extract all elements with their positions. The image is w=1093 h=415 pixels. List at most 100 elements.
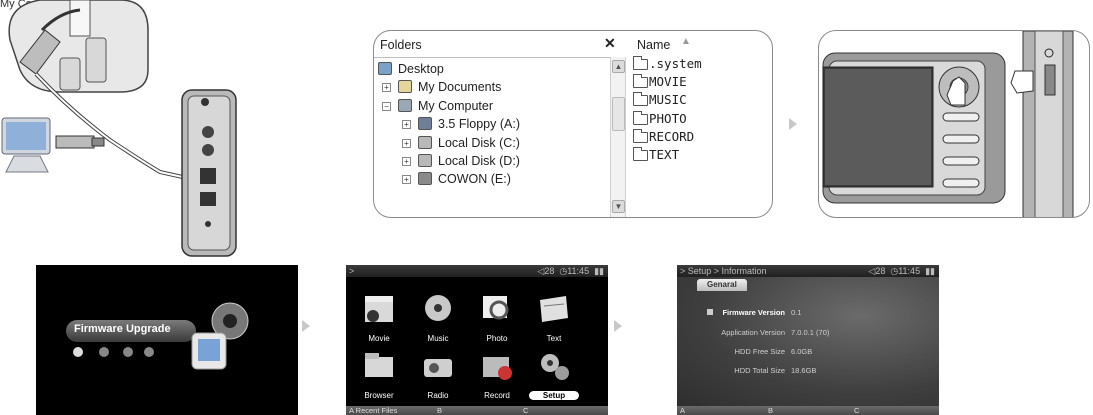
status-bar: > Setup > Information ◁28 ◷11:45 ▮▮ [677,265,939,277]
music-disc-icon [425,295,451,321]
tree-item-label: COWON (E:) [438,172,511,187]
info-value: 0.1 [791,308,802,317]
tree-item-label: Local Disk (C:) [438,135,520,150]
status-right: ◁28 ◷11:45 ▮▮ [537,265,604,277]
softkey-c[interactable]: C [851,406,939,415]
menu-item-record[interactable]: Record [472,349,522,400]
usb-connection-illustration [1,0,237,257]
radio-icon [424,359,452,377]
step-arrow-icon [789,118,797,130]
menu-item-label: Radio [427,391,449,400]
folder-name: .system [649,56,702,71]
menu-item-photo[interactable]: Photo [472,292,522,343]
step-arrow-icon [302,320,310,332]
progress-dot-4 [144,347,154,357]
step-arrow-icon [614,320,622,332]
info-value: 18.6GB [791,366,817,375]
folder-tree: Desktop + My Documents − My Computer +3.5 Flo… [378,61,610,190]
folder-icon [633,56,648,70]
tree-item[interactable]: + COWON (E:) [378,171,610,189]
tree-item-label: My Documents [418,80,502,95]
menu-item-browser[interactable]: Browser [354,349,404,400]
menu-item-movie[interactable]: Movie [354,292,404,343]
tree-item[interactable]: +3.5 Floppy (A:) [378,116,610,134]
info-value: 7.0.0.1 (70) [791,328,830,337]
tree-item-label: My Computer [418,98,494,113]
progress-dot-2 [99,347,109,357]
softkey-c[interactable]: C [520,406,608,415]
tree-item[interactable]: Desktop [378,61,610,79]
folder-icon [633,74,648,89]
clock-time: 11:45 [567,266,590,276]
expand-icon[interactable]: + [382,83,391,93]
menu-item-label: Record [484,391,510,400]
tab-general[interactable]: Genaral [697,279,747,291]
tree-item-label: Desktop [398,62,444,76]
folder-name: MOVIE [649,74,687,90]
record-tv-icon [483,357,512,380]
collapse-icon[interactable]: − [382,101,391,111]
battery-icon: ▮▮ [925,266,935,276]
expand-icon[interactable]: + [402,138,411,148]
computer-icon [398,98,412,112]
tree-item[interactable]: + Local Disk (C:) [378,135,610,153]
title-divider [374,57,626,58]
menu-item-label: Browser [364,391,394,400]
firmware-upgrade-label: Firmware Upgrade [74,323,171,335]
menu-item-label: Music [427,334,449,343]
tree-item[interactable]: + My Documents [378,79,610,97]
file-explorer-window: Folders ✕ Desktop + My Documents − My Comput… [373,30,773,218]
folder-tree-scrollbar[interactable]: ▲ ▼ [610,57,626,217]
information-screen: > Setup > Information ◁28 ◷11:45 ▮▮ Gena… [677,265,939,415]
tree-item-label: Local Disk (D:) [438,153,520,168]
disk-icon [418,153,432,167]
scroll-thumb[interactable] [612,97,625,131]
expand-icon[interactable]: + [402,120,411,130]
folder-name: PHOTO [649,110,687,126]
menu-item-label: Setup [529,391,579,400]
folders-pane: Folders ✕ Desktop + My Documents − My Comput… [374,31,626,217]
scroll-down-button[interactable]: ▼ [612,200,625,213]
gears-player-icon [191,302,249,370]
softkey-a[interactable]: A [677,406,765,415]
folders-pane-title: Folders [380,38,422,52]
softkey-a[interactable]: A Recent Files [346,406,434,415]
status-right: ◁28 ◷11:45 ▮▮ [868,265,935,277]
expand-icon[interactable]: + [402,175,411,185]
floppy-icon [418,117,432,131]
folder-name: MUSIC [649,92,687,108]
info-value: 6.0GB [791,347,813,356]
folder-name: TEXT [649,146,680,162]
menu-item-setup[interactable]: Setup [529,349,579,400]
battery-icon: ▮▮ [594,266,604,276]
menu-item-music[interactable]: Music [413,292,463,343]
status-prompt: > [349,266,355,276]
tree-item-label: 3.5 Floppy (A:) [438,117,520,132]
tree-item[interactable]: + Local Disk (D:) [378,153,610,171]
tree-item[interactable]: − My Computer [378,98,610,116]
scroll-up-button[interactable]: ▲ [612,60,625,73]
softkey-bar: A B C [677,406,939,415]
volume-level: 28 [544,266,555,276]
photo-magnifier-icon [483,296,509,320]
progress-dot-3 [123,347,133,357]
menu-item-label: Text [546,334,562,343]
softkey-b[interactable]: B [434,406,520,415]
name-column-header[interactable]: Name [637,38,670,52]
folder-icon [633,146,648,161]
menu-item-text[interactable]: Text [529,292,579,343]
close-folders-pane-button[interactable]: ✕ [604,35,616,52]
file-list-pane: Name ▲ .system MOVIE MUSIC PHOTO RECORD TEXT [627,31,772,217]
menu-item-radio[interactable]: Radio [413,349,463,400]
info-key: Firmware Version [722,308,785,317]
setup-gears-icon [541,354,569,380]
softkey-b[interactable]: B [765,406,851,415]
device-illustration-frame [818,30,1090,218]
sort-ascending-icon: ▲ [681,36,691,47]
expand-icon[interactable]: + [402,156,411,166]
removable-drive-icon [418,172,432,186]
folder-name: RECORD [649,128,695,144]
movie-clapper-icon [365,296,393,322]
volume-level: 28 [875,266,886,276]
info-background [677,277,939,406]
